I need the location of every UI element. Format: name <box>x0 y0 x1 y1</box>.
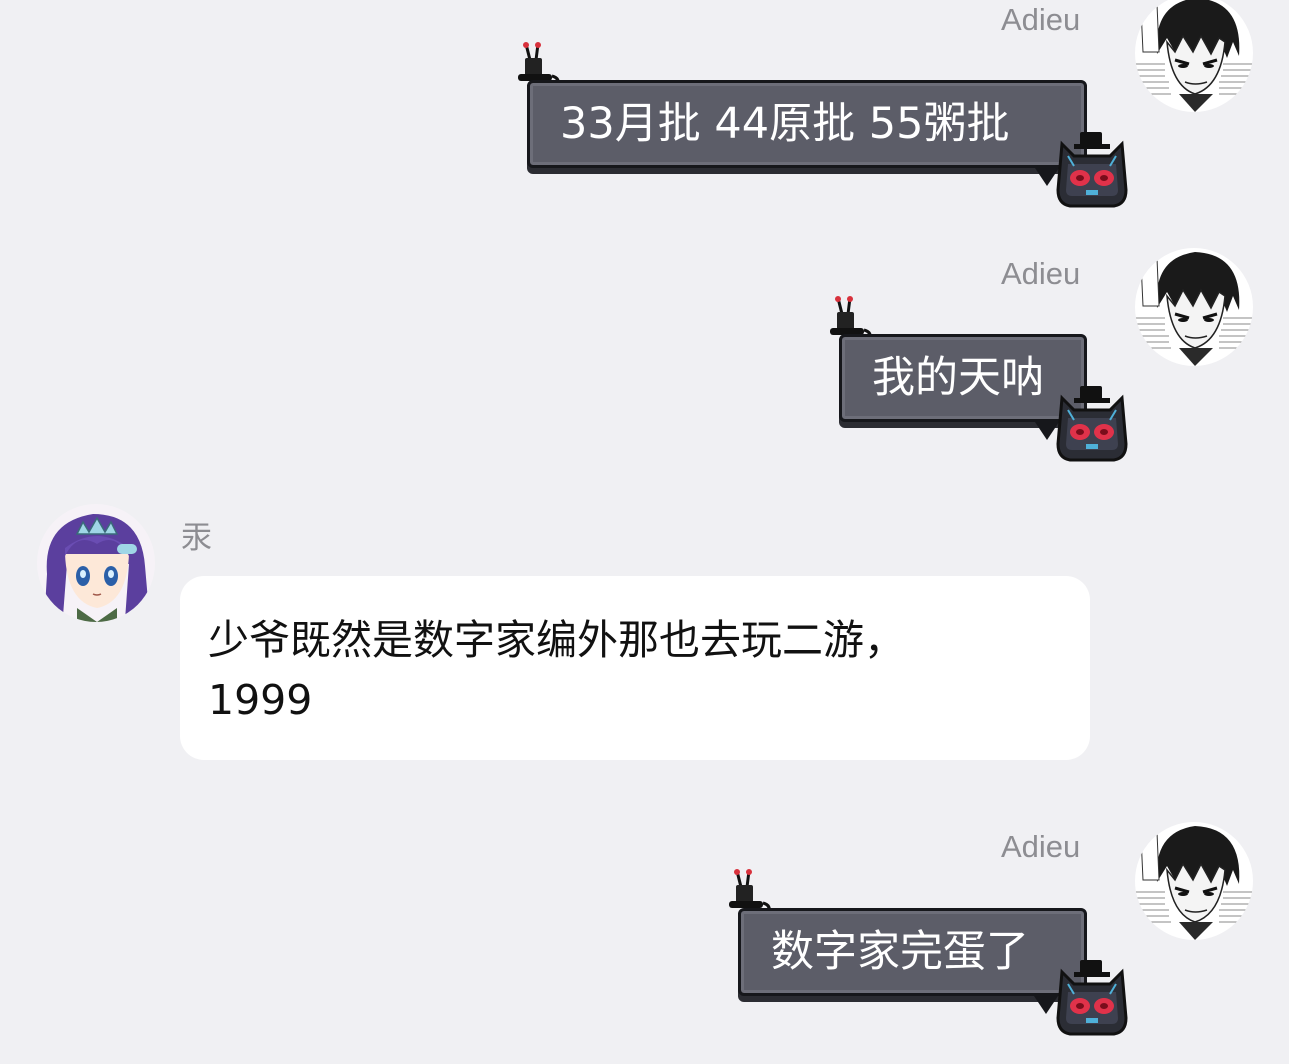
avatar-manga-icon[interactable] <box>1135 0 1253 112</box>
sender-name: Adieu <box>1001 256 1081 291</box>
message-bubble[interactable]: 我的天呐 <box>839 334 1087 440</box>
avatar-manga-icon[interactable] <box>1135 248 1253 366</box>
sender-name: Adieu <box>1001 829 1081 864</box>
message-text-line2: 1999 <box>208 676 313 724</box>
avatar-anime-girl-icon[interactable] <box>37 504 155 622</box>
robot-cat-icon <box>1056 130 1128 208</box>
message-text: 数字家完蛋了 <box>738 908 1087 996</box>
message-text: 少爷既然是数字家编外那也去玩二游， <box>208 616 905 664</box>
message-text: 33月批 44原批 55粥批 <box>527 80 1087 168</box>
robot-cat-icon <box>1056 384 1128 462</box>
avatar-manga-icon[interactable] <box>1135 822 1253 940</box>
message-bubble[interactable]: 少爷既然是数字家编外那也去玩二游， 1999 <box>180 576 1090 760</box>
message-bubble[interactable]: 数字家完蛋了 <box>738 908 1087 1014</box>
message-text: 我的天呐 <box>839 334 1087 422</box>
sender-name: 汞 <box>181 520 212 555</box>
robot-cat-icon <box>1056 958 1128 1036</box>
message-bubble[interactable]: 33月批 44原批 55粥批 <box>527 80 1087 186</box>
sender-name: Adieu <box>1001 2 1081 37</box>
